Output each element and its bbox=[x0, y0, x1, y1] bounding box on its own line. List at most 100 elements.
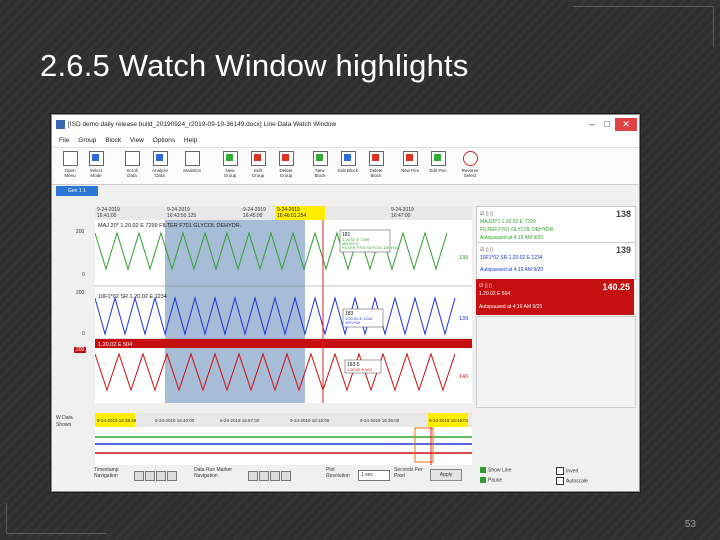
nav-next-button[interactable] bbox=[156, 471, 166, 481]
menu-view[interactable]: View bbox=[130, 137, 144, 144]
nav-prev-button[interactable] bbox=[145, 471, 155, 481]
invert-label: Invert bbox=[566, 468, 579, 475]
marker-next-button[interactable] bbox=[270, 471, 280, 481]
blue-trace-label: 10F1*02 SR 1.20.02 E 1234 bbox=[98, 294, 167, 300]
menu-options[interactable]: Options bbox=[153, 137, 175, 144]
nav-last-button[interactable] bbox=[167, 471, 177, 481]
edit-block-icon bbox=[340, 151, 356, 166]
show-line-checkbox[interactable] bbox=[480, 467, 486, 473]
plot-resolution-label: Plot Resolution bbox=[326, 467, 350, 479]
pause-toggle[interactable]: Pause bbox=[480, 477, 502, 483]
select-mode-button[interactable]: Select Mode bbox=[86, 151, 106, 178]
show-line-label: Show Line bbox=[488, 467, 512, 474]
open-menu-button[interactable]: Open Menu bbox=[60, 151, 80, 178]
new-group-button[interactable]: New Group bbox=[220, 151, 240, 178]
time-cursor-clock: 16:43:50.125 bbox=[167, 213, 196, 219]
readout-checkboxes: ☑ ▯ ▯ bbox=[480, 247, 493, 253]
autoscale-checkbox[interactable] bbox=[556, 477, 564, 485]
readout-line: Autopaused at 4:19 AM 9/20 bbox=[480, 267, 544, 273]
show-line-toggle[interactable]: Show Line bbox=[480, 467, 511, 473]
close-button[interactable]: ✕ bbox=[615, 118, 637, 131]
reverse-select-button[interactable]: Reverse Select bbox=[460, 151, 480, 178]
seconds-per-pixel-label: Seconds Per Pixel bbox=[394, 467, 423, 479]
window-title: [ISD demo daily release build_20190924_r… bbox=[68, 121, 337, 128]
corner-bracket bbox=[573, 6, 714, 47]
delete-block-icon bbox=[368, 151, 384, 166]
overview-strip[interactable]: 9-24-2019 16:39:49 9-24-2019 16:40:00 9-… bbox=[95, 413, 472, 465]
green-popup-line: FILTER F701 GLYCOL DEHYD bbox=[342, 245, 398, 250]
new-pen-icon bbox=[402, 151, 418, 166]
minimize-button[interactable]: – bbox=[585, 118, 599, 131]
maximize-button[interactable]: □ bbox=[600, 118, 614, 131]
timestamp-nav-label: Timestamp Navigation bbox=[94, 467, 119, 479]
y-label-top-max: 200 bbox=[76, 229, 85, 235]
time-mid-clock: 16:45:00 bbox=[243, 213, 263, 219]
statistics-button[interactable]: Statistics bbox=[182, 151, 202, 173]
overview-time: 9-24-2019 16:57:00 bbox=[220, 418, 260, 423]
edit-group-icon bbox=[250, 151, 266, 166]
delete-group-button[interactable]: Delete Group bbox=[276, 151, 296, 178]
data-marker-nav-label: Data Run Marker Navigation bbox=[194, 467, 233, 479]
trend-plot[interactable]: 9-24-2019 16:41:00 9-24-2019 16:43:50.12… bbox=[95, 206, 472, 403]
menu-help[interactable]: Help bbox=[184, 137, 197, 144]
scroll-data-button[interactable]: Scroll Data bbox=[122, 151, 142, 178]
delete-group-icon bbox=[278, 151, 294, 166]
select-mode-icon bbox=[88, 151, 104, 166]
readout-checkboxes: ☑ ▯ ▯ bbox=[479, 283, 492, 289]
tab-gen-1[interactable]: Gen 1 1 bbox=[56, 186, 98, 196]
invert-toggle[interactable]: Invert bbox=[556, 467, 579, 475]
overview-time: 9-24-2019 16:40:00 bbox=[155, 418, 195, 423]
analyze-data-icon bbox=[152, 151, 168, 166]
menu-file[interactable]: File bbox=[59, 137, 69, 144]
control-bar: Timestamp Navigation Data Run Marker Nav… bbox=[52, 465, 639, 491]
readout-value: 138 bbox=[615, 209, 631, 219]
pause-checkbox[interactable] bbox=[480, 477, 486, 483]
invert-checkbox[interactable] bbox=[556, 467, 564, 475]
pause-label: Pause bbox=[488, 477, 503, 484]
marker-last-button[interactable] bbox=[281, 471, 291, 481]
nav-first-button[interactable] bbox=[134, 471, 144, 481]
menu-bar: File Group Block View Options Help bbox=[52, 135, 639, 148]
page-number: 53 bbox=[684, 519, 696, 530]
autoscale-toggle[interactable]: Autoscale bbox=[556, 477, 588, 485]
tab-strip: Gen 1 1 bbox=[52, 185, 639, 197]
analyze-data-button[interactable]: Analyze Data bbox=[150, 151, 170, 178]
readout-red[interactable]: 140.25 ☑ ▯ ▯ 1.20.02 E 504 Autopaused at… bbox=[476, 279, 634, 315]
reverse-select-icon bbox=[462, 151, 478, 166]
overview-time-header bbox=[95, 413, 472, 427]
menu-block[interactable]: Block bbox=[105, 137, 121, 144]
readout-line: MAJ20*1 1.20.02 E 7299 bbox=[480, 219, 536, 225]
apply-button[interactable]: Apply bbox=[430, 469, 462, 481]
green-end-value: 138 bbox=[459, 255, 468, 261]
edit-pen-button[interactable]: Edit Pen bbox=[428, 151, 448, 173]
overview-label: Shown bbox=[56, 422, 72, 428]
red-popup-line: 1.20.02 E 504 bbox=[347, 367, 373, 372]
readout-blue[interactable]: 139 ☑ ▯ ▯ 10F1*02 SR 1.20.02 E 1234 Auto… bbox=[476, 242, 636, 280]
watch-window: [ISD demo daily release build_20190924_r… bbox=[51, 114, 640, 492]
menu-group[interactable]: Group bbox=[78, 137, 96, 144]
marker-first-button[interactable] bbox=[248, 471, 258, 481]
readout-line: 1.20.02 E 504 bbox=[479, 291, 511, 297]
green-trace-label: MAJ 20* 1.20.02 E 7299 FILTER F701 GLYCO… bbox=[98, 223, 242, 229]
readout-value: 139 bbox=[615, 245, 631, 255]
time-highlight-clock: 16:46:01.254 bbox=[277, 213, 306, 219]
time-right-clock: 16:47:00 bbox=[391, 213, 411, 219]
overview-time: 9-24-2019 16:46:01 bbox=[429, 418, 469, 423]
new-pen-button[interactable]: New Pen bbox=[400, 151, 420, 173]
readout-line: 10F1*02 SR 1.20.02 E 1234 bbox=[480, 255, 543, 261]
delete-block-button[interactable]: Delete Block bbox=[366, 151, 386, 178]
edit-block-button[interactable]: Edit Block bbox=[338, 151, 358, 173]
new-group-icon bbox=[222, 151, 238, 166]
readout-line: Autopaused at 4:19 AM 9/25 bbox=[479, 304, 543, 310]
window-titlebar: [ISD demo daily release build_20190924_r… bbox=[52, 115, 639, 135]
selection-band bbox=[165, 206, 305, 403]
toolbar: Open Menu Select Mode Scroll Data Analyz… bbox=[52, 148, 639, 185]
edit-group-button[interactable]: Edit Group bbox=[248, 151, 268, 178]
scroll-data-icon bbox=[124, 151, 140, 166]
marker-prev-button[interactable] bbox=[259, 471, 269, 481]
overview-time: 9-24-2019 16:36:00 bbox=[360, 418, 400, 423]
resolution-select[interactable]: 1 sec bbox=[358, 470, 390, 481]
red-pen-header bbox=[95, 339, 472, 348]
new-block-button[interactable]: New Block bbox=[310, 151, 330, 178]
y-label-mid-min: 0 bbox=[82, 331, 85, 337]
